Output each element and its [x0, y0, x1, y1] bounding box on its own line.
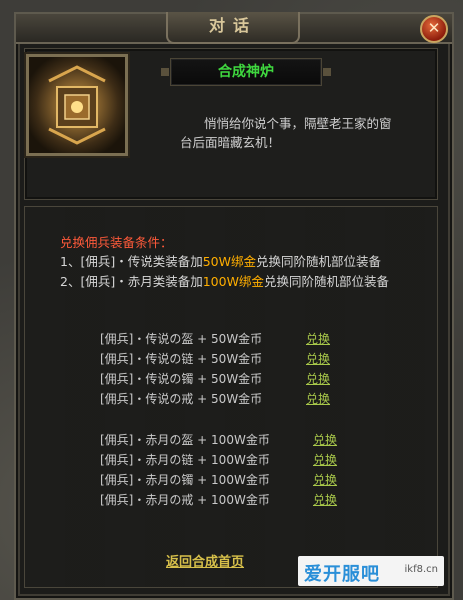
exchange-item-label: [佣兵]・传说の链 + 50W金币 [100, 352, 263, 366]
exchange-button[interactable]: 兑换 [306, 350, 330, 368]
exchange-item-label: [佣兵]・赤月の链 + 100W金币 [100, 453, 270, 467]
exchange-item-label: [佣兵]・传说の戒 + 50W金币 [100, 392, 263, 406]
exchange-button[interactable]: 兑换 [306, 390, 330, 408]
watermark-url: ikf8.cn [404, 564, 438, 575]
exchange-row: [佣兵]・传说の链 + 50W金币 兑换 [100, 350, 360, 368]
watermark-logo: 爱开服吧 [304, 564, 380, 585]
exchange-row: [佣兵]・传说の镯 + 50W金币 兑换 [100, 370, 360, 388]
exchange-item-label: [佣兵]・赤月の盔 + 100W金币 [100, 433, 270, 447]
back-to-home-link[interactable]: 返回合成首页 [166, 551, 244, 570]
exchange-item-label: [佣兵]・赤月の戒 + 100W金币 [100, 493, 270, 507]
treasure-furnace-icon [48, 65, 106, 145]
npc-speech-text: 悄悄给你说个事，隔壁老王家的窗台后面暗藏玄机！ [180, 116, 392, 150]
condition-highlight: 100W绑金 [202, 274, 264, 289]
exchange-button[interactable]: 兑换 [313, 431, 337, 449]
exchange-button[interactable]: 兑换 [306, 370, 330, 388]
condition-suffix: 兑换同阶随机部位装备 [255, 254, 381, 269]
exchange-item-label: [佣兵]・赤月の镯 + 100W金币 [100, 473, 270, 487]
dialog-titlebar: 对话 ✕ [16, 12, 452, 44]
conditions-title: 兑换佣兵装备条件： [60, 235, 173, 250]
exchange-row: [佣兵]・赤月の镯 + 100W金币 兑换 [100, 471, 360, 489]
exchange-button[interactable]: 兑换 [313, 471, 337, 489]
condition-highlight: 50W绑金 [202, 254, 256, 269]
condition-line-2: 2、[佣兵]・赤月类装备加100W绑金兑换同阶随机部位装备 [60, 271, 389, 290]
exchange-row: [佣兵]・传说の盔 + 50W金币 兑换 [100, 330, 360, 348]
condition-suffix: 兑换同阶随机部位装备 [263, 274, 389, 289]
npc-portrait [26, 54, 128, 156]
watermark: 爱开服吧 ikf8.cn [298, 556, 444, 586]
exchange-item-label: [佣兵]・传说の镯 + 50W金币 [100, 372, 263, 386]
exchange-row: [佣兵]・赤月の戒 + 100W金币 兑换 [100, 491, 360, 509]
npc-name: 合成神炉 [161, 58, 331, 86]
exchange-row: [佣兵]・赤月の盔 + 100W金币 兑换 [100, 431, 360, 449]
close-button[interactable]: ✕ [420, 15, 448, 43]
exchange-item-label: [佣兵]・传说の盔 + 50W金币 [100, 332, 263, 346]
dialog-title: 对话 [166, 12, 300, 44]
condition-prefix: 1、[佣兵]・传说类装备加 [60, 254, 203, 269]
exchange-button[interactable]: 兑换 [306, 330, 330, 348]
exchange-row: [佣兵]・赤月の链 + 100W金币 兑换 [100, 451, 360, 469]
exchange-row: [佣兵]・传说の戒 + 50W金币 兑换 [100, 390, 360, 408]
condition-prefix: 2、[佣兵]・赤月类装备加 [60, 274, 203, 289]
condition-line-1: 1、[佣兵]・传说类装备加50W绑金兑换同阶随机部位装备 [60, 251, 381, 270]
exchange-button[interactable]: 兑换 [313, 491, 337, 509]
exchange-button[interactable]: 兑换 [313, 451, 337, 469]
